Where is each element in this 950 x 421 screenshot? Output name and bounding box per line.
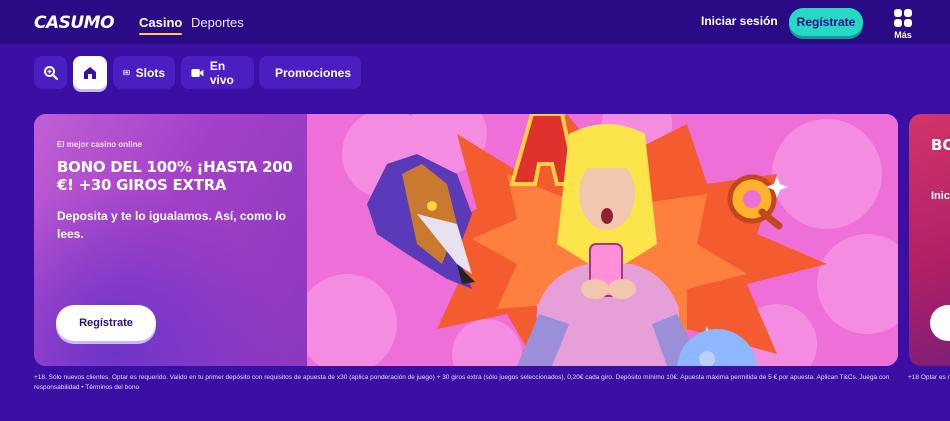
next-banner-subtitle: Inic día: [931, 190, 950, 202]
banner-headline: BONO DEL 100% ¡HASTA 200 €! +30 GIROS EX…: [57, 158, 293, 194]
banner-register-button[interactable]: Regístrate: [56, 305, 156, 341]
next-banner-title: BO SO: [931, 136, 950, 154]
banner-eyebrow: El mejor casino online: [57, 140, 142, 149]
slots-icon: [123, 69, 130, 76]
banner-illustration: [307, 114, 898, 366]
register-button[interactable]: Regístrate: [789, 8, 863, 36]
search-button[interactable]: [34, 56, 67, 89]
tab-en-vivo-label: En vivo: [209, 58, 234, 87]
nav-casino[interactable]: Casino: [139, 15, 183, 35]
bonus-legal-text: +18. Sólo nuevos clientes. Optar es requ…: [34, 374, 890, 391]
banner-subtitle: Deposita y te lo igualamos. Así, como lo…: [57, 209, 286, 241]
tab-slots-label: Slots: [135, 65, 165, 80]
grid-menu-icon: [894, 9, 912, 27]
tab-en-vivo[interactable]: En vivo: [181, 56, 254, 89]
tab-home[interactable]: [73, 56, 107, 89]
home-icon: [84, 66, 96, 79]
search-icon: [43, 65, 58, 80]
next-banner-button[interactable]: [930, 305, 950, 341]
more-menu-button[interactable]: Más: [890, 9, 916, 40]
tab-promociones-label: Promociones: [274, 65, 352, 80]
video-camera-icon: [191, 68, 204, 77]
promo-banner[interactable]: El mejor casino online BONO DEL 100% ¡HA…: [34, 114, 898, 366]
banner-text-panel: El mejor casino online BONO DEL 100% ¡HA…: [34, 114, 309, 366]
tab-promociones[interactable]: Promociones: [259, 56, 361, 89]
next-banner-legal-text: +18 Optar es recompens: [908, 374, 950, 381]
next-promo-banner[interactable]: BO SO Inic día: [909, 114, 950, 366]
more-label: Más: [894, 30, 912, 40]
top-navigation-bar: CASUMO Casino Deportes Iniciar sesión Re…: [0, 0, 950, 44]
casumo-logo[interactable]: CASUMO: [34, 13, 115, 33]
tab-slots[interactable]: Slots: [113, 56, 175, 89]
login-link[interactable]: Iniciar sesión: [701, 14, 778, 28]
nav-deportes[interactable]: Deportes: [191, 15, 244, 30]
